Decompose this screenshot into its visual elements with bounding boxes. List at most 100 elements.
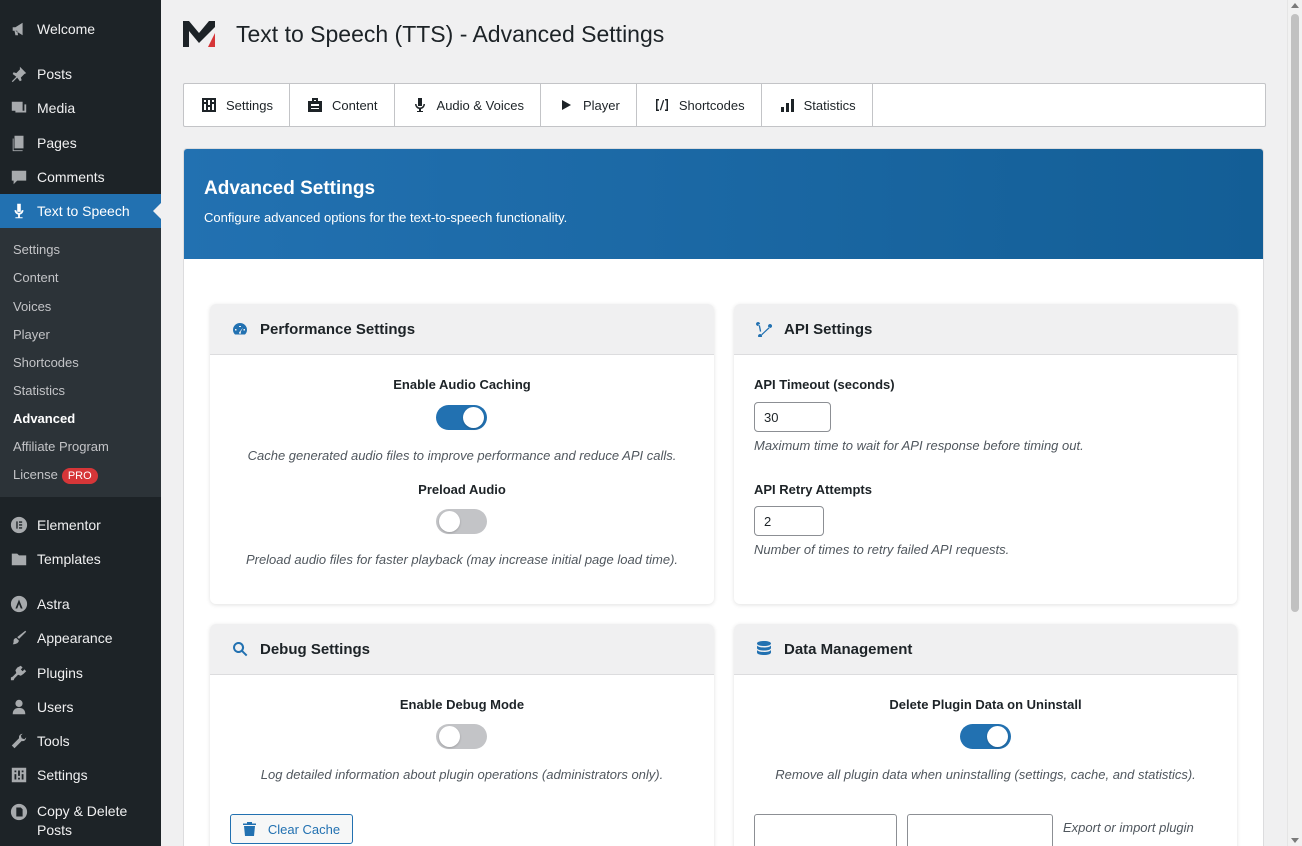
scroll-up-arrow-icon[interactable]	[1291, 3, 1299, 8]
copy-icon	[9, 802, 29, 822]
settings-sliders-icon	[202, 98, 216, 112]
menu-label: Templates	[37, 551, 101, 567]
hero-title: Advanced Settings	[204, 178, 376, 199]
delete-data-toggle[interactable]	[960, 724, 1011, 749]
astra-icon	[9, 594, 29, 614]
api-retry-input[interactable]	[754, 506, 824, 536]
menu-astra[interactable]: Astra	[0, 587, 161, 621]
submenu-shortcodes[interactable]: Shortcodes	[13, 355, 79, 370]
menu-tools[interactable]: Tools	[0, 724, 161, 758]
menu-label: Media	[37, 100, 76, 116]
menu-label-multiline: Copy & Delete Posts	[37, 802, 127, 840]
submenu-license[interactable]: License PRO	[13, 467, 98, 484]
menu-elementor[interactable]: Elementor	[0, 508, 161, 542]
card-title: Debug Settings	[260, 640, 371, 658]
tab-statistics[interactable]: Statistics	[762, 84, 873, 126]
tab-content[interactable]: Content	[290, 84, 395, 126]
tab-settings[interactable]: Settings	[184, 84, 290, 126]
card-title: API Settings	[784, 320, 873, 338]
settings-sliders-icon	[9, 765, 29, 785]
tab-label: Statistics	[803, 97, 856, 113]
tab-label: Content	[331, 97, 378, 113]
audio-caching-description: Cache generated audio files to improve p…	[247, 448, 677, 463]
paintbrush-icon	[9, 628, 29, 648]
submenu-voices[interactable]: Voices	[13, 299, 51, 314]
admin-sidebar: Welcome Posts Media Pages Comments Text …	[0, 0, 161, 846]
page-scrollbar[interactable]	[1287, 0, 1302, 846]
menu-label: Elementor	[37, 517, 101, 533]
api-timeout-input[interactable]	[754, 402, 831, 432]
menu-text-to-speech[interactable]: Text to Speech	[0, 194, 161, 228]
menu-settings[interactable]: Settings	[0, 758, 161, 792]
hero-banner: Advanced Settings Configure advanced opt…	[184, 149, 1263, 259]
submenu-affiliate-program[interactable]: Affiliate Program	[13, 439, 109, 454]
submenu-player[interactable]: Player	[13, 327, 50, 342]
menu-label-line2: Posts	[37, 822, 73, 838]
pro-badge: PRO	[61, 468, 98, 484]
media-icon	[9, 98, 29, 118]
clear-cache-button[interactable]: Clear Cache	[230, 814, 353, 844]
submenu-advanced[interactable]: Advanced	[13, 411, 75, 426]
api-timeout-description: Maximum time to wait for API response be…	[754, 438, 1084, 453]
submenu-license-label: License	[13, 467, 58, 482]
menu-appearance[interactable]: Appearance	[0, 621, 161, 655]
scroll-down-arrow-icon[interactable]	[1291, 838, 1299, 843]
menu-users[interactable]: Users	[0, 690, 161, 724]
performance-settings-card: Performance Settings Enable Audio Cachin…	[210, 304, 714, 604]
debug-mode-toggle[interactable]	[436, 724, 487, 749]
menu-comments[interactable]: Comments	[0, 160, 161, 194]
import-button[interactable]	[907, 814, 1053, 846]
card-header: Debug Settings	[210, 624, 714, 675]
data-management-card: Data Management Delete Plugin Data on Un…	[734, 624, 1237, 846]
settings-tabs: Settings Content Audio & Voices Player S…	[183, 83, 1266, 127]
api-retry-label: API Retry Attempts	[754, 482, 872, 497]
menu-label-line1: Copy & Delete	[37, 803, 128, 819]
microphone-icon	[414, 98, 425, 112]
menu-label: Settings	[37, 767, 88, 783]
card-title: Data Management	[784, 640, 913, 658]
scrollbar-thumb[interactable]	[1291, 14, 1299, 612]
tab-shortcodes[interactable]: Shortcodes	[637, 84, 762, 126]
wrench-icon	[9, 731, 29, 751]
bar-chart-icon	[780, 99, 794, 112]
api-nodes-icon	[756, 322, 772, 337]
menu-copy-delete-posts[interactable]: Copy & Delete Posts	[0, 796, 161, 842]
tab-player[interactable]: Player	[541, 84, 637, 126]
menu-welcome[interactable]: Welcome	[0, 12, 161, 46]
submenu-settings[interactable]: Settings	[13, 242, 60, 257]
menu-label: Welcome	[37, 21, 96, 37]
export-button[interactable]	[754, 814, 897, 846]
menu-posts[interactable]: Posts	[0, 57, 161, 91]
card-title: Performance Settings	[260, 320, 416, 338]
tab-label: Settings	[226, 97, 273, 113]
menu-plugins[interactable]: Plugins	[0, 656, 161, 690]
menu-label: Pages	[37, 135, 77, 151]
submenu-statistics[interactable]: Statistics	[13, 383, 65, 398]
play-icon	[561, 100, 571, 110]
menu-label: Appearance	[37, 630, 113, 646]
megaphone-icon	[9, 19, 29, 39]
shortcode-icon	[655, 99, 668, 111]
debug-settings-card: Debug Settings Enable Debug Mode Log det…	[210, 624, 714, 846]
tab-label: Player	[582, 97, 620, 113]
pushpin-icon	[9, 64, 29, 84]
export-import-description: Export or import plugin	[1063, 820, 1194, 835]
preload-audio-toggle[interactable]	[436, 509, 487, 534]
audio-caching-toggle[interactable]	[436, 405, 487, 430]
elementor-icon	[9, 515, 29, 535]
card-header: Data Management	[734, 624, 1237, 675]
clear-cache-label: Clear Cache	[267, 821, 341, 837]
menu-label: Plugins	[37, 665, 83, 681]
menu-label: Text to Speech	[37, 203, 130, 219]
preload-audio-description: Preload audio files for faster playback …	[245, 552, 679, 567]
menu-templates[interactable]: Templates	[0, 542, 161, 576]
toggle-knob	[987, 726, 1008, 747]
user-icon	[9, 697, 29, 717]
hero-subtitle: Configure advanced options for the text-…	[204, 210, 568, 225]
submenu-content[interactable]: Content	[13, 270, 59, 285]
menu-pages[interactable]: Pages	[0, 126, 161, 160]
page-title: Text to Speech (TTS) - Advanced Settings	[236, 21, 665, 47]
menu-media[interactable]: Media	[0, 91, 161, 125]
plug-icon	[9, 663, 29, 683]
tab-audio-voices[interactable]: Audio & Voices	[395, 84, 541, 126]
